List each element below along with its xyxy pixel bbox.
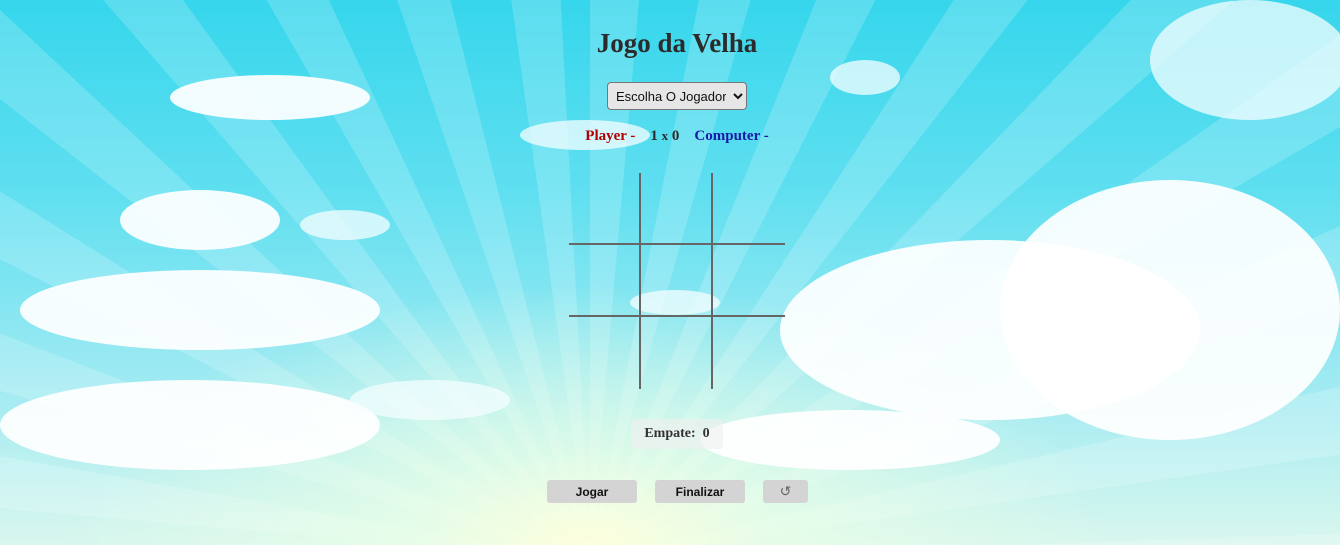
cloud [350,380,510,420]
player-select[interactable]: Escolha O Jogador [607,82,747,110]
cloud [300,210,390,240]
game-board [569,173,785,389]
board-cell-8[interactable] [641,317,711,387]
finish-button[interactable]: Finalizar [655,480,745,503]
page-title: Jogo da Velha [596,28,758,58]
board-cell-4[interactable] [569,245,639,315]
cloud [1000,180,1340,440]
board-cell-9[interactable] [713,317,783,387]
player-score: 1 [650,128,658,144]
board-cell-2[interactable] [641,173,711,243]
play-button[interactable]: Jogar [547,480,637,503]
board-cell-5[interactable] [641,245,711,315]
cloud [700,410,1000,470]
cloud [0,380,380,470]
score-separator: x [661,128,669,143]
tie-count: 0 [702,426,710,441]
cloud [20,270,380,350]
cloud [120,190,280,250]
cloud [170,75,370,120]
board-cell-6[interactable] [713,245,783,315]
board-cell-1[interactable] [569,173,639,243]
cloud [830,60,900,95]
scoreboard: Player - 1 x 0 Computer - [0,128,1340,145]
grid-line [569,315,785,317]
computer-score: 0 [671,128,680,144]
refresh-icon: ↺ [779,483,792,499]
grid-line [569,243,785,245]
board-cell-3[interactable] [713,173,783,243]
reset-button[interactable]: ↺ [763,480,808,503]
computer-label: Computer - [694,128,769,144]
player-select-wrapper: Escolha O Jogador [607,82,747,110]
grid-line [639,173,641,389]
grid-line [711,173,713,389]
board-cell-7[interactable] [569,317,639,387]
player-label: Player - [585,128,636,144]
tie-counter: Empate: 0 [631,419,723,449]
tie-label: Empate: [644,426,696,441]
cloud [1150,0,1340,120]
